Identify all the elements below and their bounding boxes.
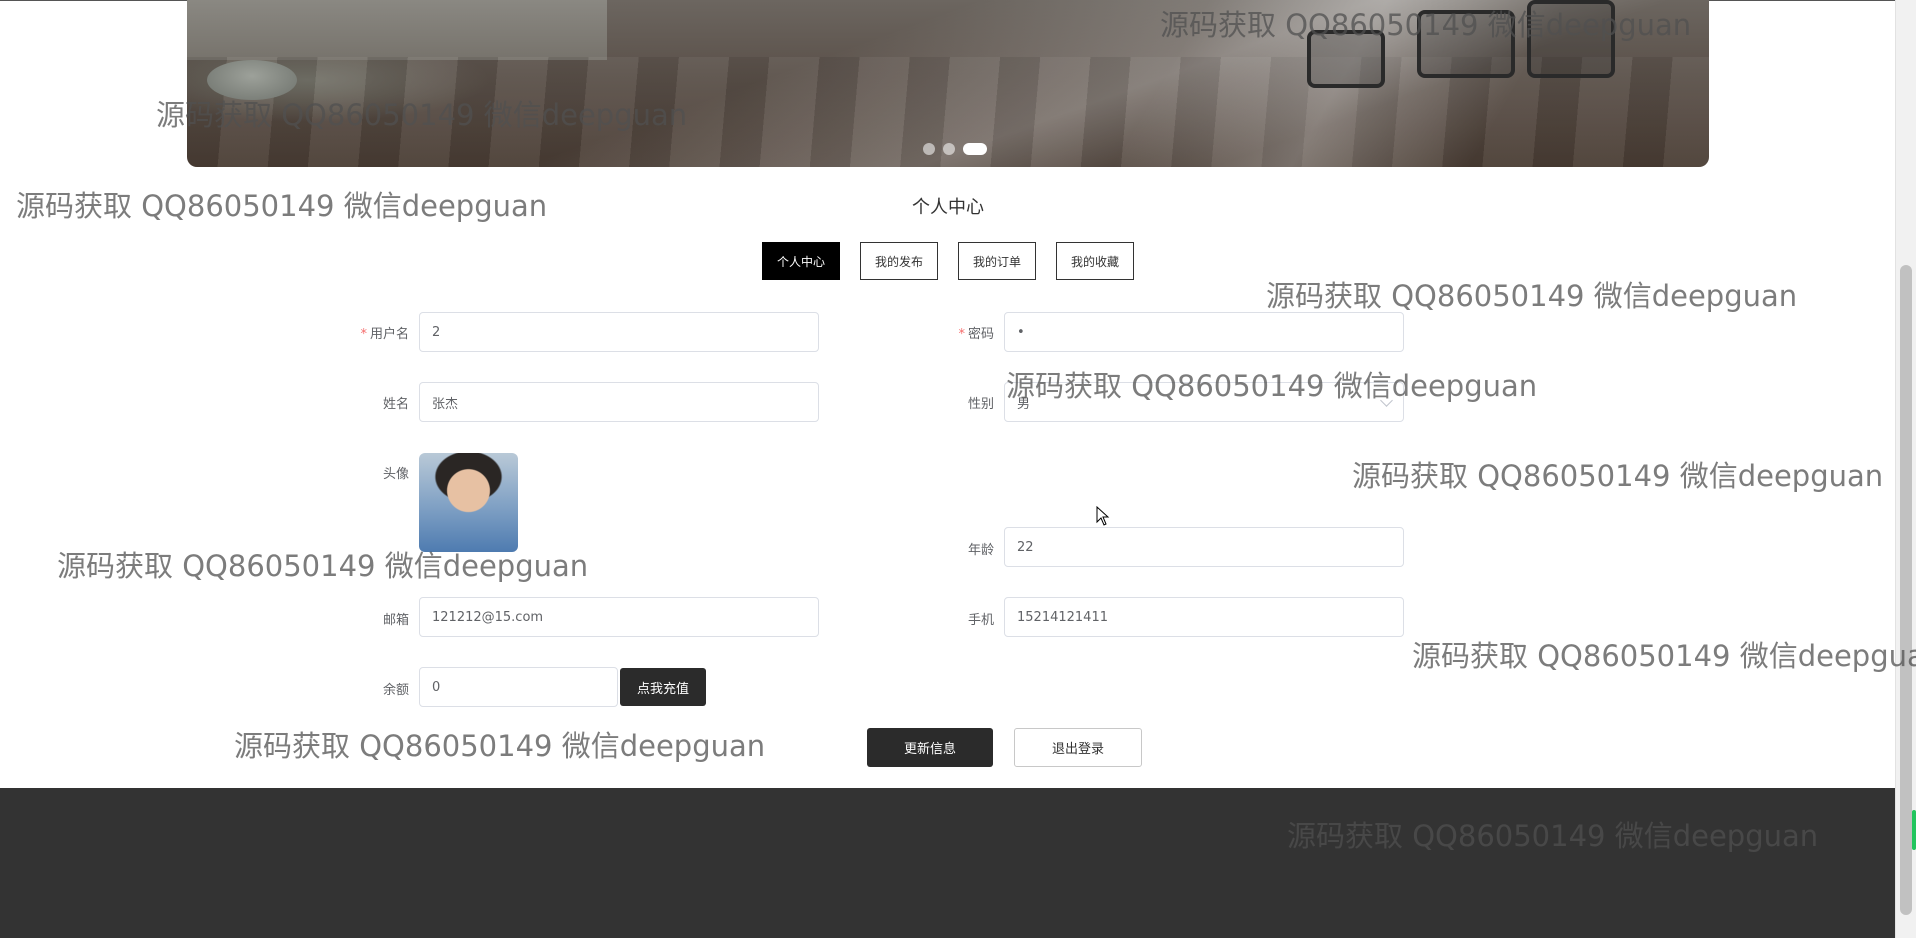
carousel-dot[interactable] [923, 143, 935, 155]
balance-label: 余额 [382, 683, 409, 698]
banner-image-machine [1527, 0, 1615, 78]
banner-carousel[interactable] [187, 0, 1709, 167]
update-info-button[interactable]: 更新信息 [867, 728, 993, 767]
carousel-dot-active[interactable] [963, 143, 987, 155]
password-label: * 密码 [874, 323, 994, 342]
watermark: 源码获取 QQ86050149 微信deepguan [1266, 279, 1798, 313]
name-input[interactable]: 张杰 [419, 382, 819, 422]
username-label-text: 用户名 [369, 327, 409, 342]
tab-profile[interactable]: 个人中心 [762, 242, 840, 280]
gender-value: 男 [1017, 396, 1031, 412]
gender-select[interactable]: 男 [1004, 382, 1404, 422]
email-label: 邮箱 [382, 613, 409, 628]
banner-image-wall [187, 0, 607, 60]
carousel-dot[interactable] [943, 143, 955, 155]
watermark: 源码获取 QQ86050149 微信deepguan [1412, 639, 1916, 673]
phone-label: 手机 [967, 613, 994, 628]
password-label-text: 密码 [967, 327, 994, 342]
age-label: 年龄 [967, 543, 994, 558]
gender-label: 性别 [967, 397, 994, 412]
email-input[interactable]: 121212@15.com [419, 597, 819, 637]
watermark: 源码获取 QQ86050149 微信deepguan [1352, 459, 1884, 493]
scrollbar[interactable] [1895, 0, 1916, 938]
logout-button[interactable]: 退出登录 [1014, 728, 1142, 767]
banner-image-machine [1417, 10, 1515, 78]
scrollbar-thumb[interactable] [1900, 265, 1912, 915]
watermark: 源码获取 QQ86050149 微信deepguan [234, 729, 766, 763]
tab-my-favorites[interactable]: 我的收藏 [1056, 242, 1134, 280]
username-label: * 用户名 [289, 323, 409, 342]
avatar-upload[interactable] [419, 453, 518, 552]
balance-input[interactable]: 0 [419, 667, 618, 707]
required-mark: * [360, 327, 367, 342]
banner-image-stool [207, 60, 297, 100]
username-input[interactable]: 2 [419, 312, 819, 352]
tab-my-posts[interactable]: 我的发布 [860, 242, 938, 280]
required-mark: * [958, 327, 965, 342]
tab-my-orders[interactable]: 我的订单 [958, 242, 1036, 280]
banner-image-machine [1307, 30, 1385, 88]
recharge-button[interactable]: 点我充值 [620, 668, 706, 706]
phone-input[interactable]: 15214121411 [1004, 597, 1404, 637]
profile-tabs: 个人中心 我的发布 我的订单 我的收藏 [762, 242, 1134, 280]
page-title: 个人中心 [912, 197, 984, 218]
age-input[interactable]: 22 [1004, 527, 1404, 567]
chevron-down-icon [1380, 394, 1393, 407]
scroll-indicator [1912, 810, 1916, 850]
mouse-cursor-icon [1096, 506, 1110, 526]
footer [0, 788, 1896, 938]
name-label: 姓名 [382, 397, 409, 412]
avatar-label: 头像 [382, 467, 409, 482]
carousel-indicators [923, 143, 987, 155]
password-input[interactable]: • [1004, 312, 1404, 352]
